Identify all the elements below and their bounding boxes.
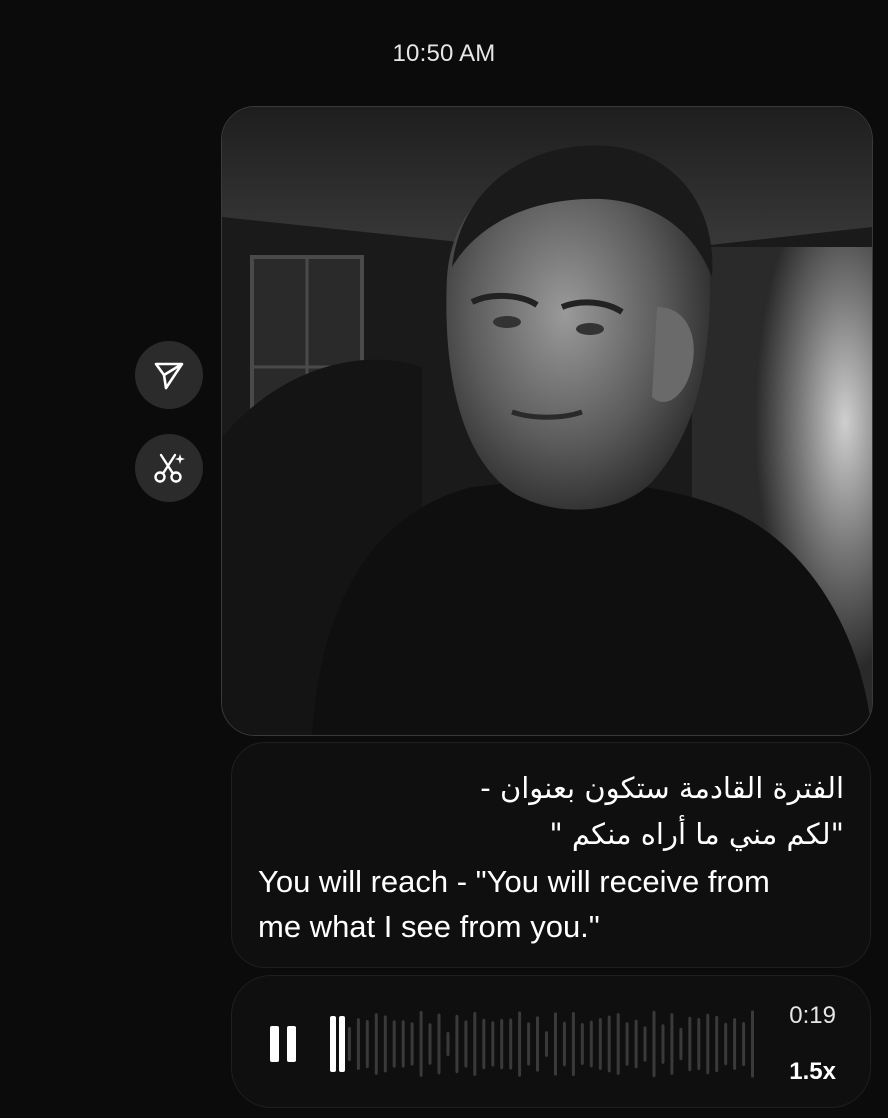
waveform-bar bbox=[491, 1021, 495, 1067]
waveform-bar bbox=[455, 1014, 459, 1074]
audio-duration: 0:19 bbox=[789, 1002, 836, 1029]
waveform-bar bbox=[437, 1013, 441, 1075]
waveform-bar bbox=[742, 1022, 746, 1067]
waveform-bar bbox=[724, 1022, 728, 1066]
waveform-bar bbox=[374, 1013, 378, 1075]
waveform-bar bbox=[634, 1019, 638, 1069]
message-timestamp: 10:50 AM bbox=[392, 40, 496, 67]
waveform-bar bbox=[643, 1026, 647, 1062]
waveform-bar bbox=[536, 1016, 539, 1072]
waveform-bar bbox=[482, 1018, 486, 1070]
waveform-bar bbox=[598, 1018, 602, 1070]
pause-icon[interactable] bbox=[270, 1026, 296, 1062]
caption-arabic: الفترة القادمة ستكون بعنوان - "لكم مني م… bbox=[258, 765, 844, 857]
waveform-bar bbox=[589, 1020, 593, 1068]
waveform-bar bbox=[383, 1015, 387, 1073]
waveform-bar bbox=[392, 1020, 396, 1068]
waveform-bar bbox=[428, 1023, 432, 1065]
waveform-bar bbox=[446, 1031, 450, 1057]
caption-bubble: الفترة القادمة ستكون بعنوان - "لكم مني م… bbox=[231, 742, 871, 968]
waveform-bar bbox=[518, 1011, 522, 1077]
caption-arabic-line-2: "لكم مني ما أراه منكم " bbox=[549, 817, 844, 851]
chat-screen: 10:50 AM الفترة القادمة ستكون بعنوان - "… bbox=[0, 0, 888, 1118]
caption-arabic-line-1: الفترة القادمة ستكون بعنوان - bbox=[480, 771, 844, 805]
photo-image bbox=[222, 107, 872, 735]
waveform-bar bbox=[625, 1022, 629, 1066]
waveform-bar bbox=[356, 1018, 360, 1070]
waveform-bar bbox=[706, 1013, 710, 1075]
audio-waveform[interactable] bbox=[330, 1004, 760, 1084]
waveform-bar bbox=[616, 1013, 620, 1075]
waveform-bar bbox=[464, 1020, 468, 1068]
waveform-bar bbox=[410, 1022, 414, 1066]
share-button[interactable] bbox=[135, 341, 203, 409]
waveform-bar bbox=[419, 1010, 423, 1077]
waveform-bar bbox=[733, 1018, 737, 1070]
remix-button[interactable] bbox=[135, 434, 203, 502]
waveform-bar bbox=[607, 1015, 611, 1073]
waveform-bar bbox=[527, 1022, 531, 1066]
waveform-bar bbox=[545, 1031, 548, 1057]
waveform-bar bbox=[571, 1012, 575, 1077]
waveform-bar bbox=[661, 1024, 665, 1064]
send-icon bbox=[154, 362, 184, 390]
playback-speed-button[interactable]: 1.5x bbox=[789, 1058, 836, 1086]
waveform-bar bbox=[554, 1012, 557, 1076]
waveform-bar bbox=[509, 1018, 513, 1070]
caption-english-line-2: me what I see from you." bbox=[258, 909, 600, 944]
waveform-bar bbox=[500, 1018, 504, 1070]
waveform-bar bbox=[347, 1026, 351, 1062]
caption-english: You will reach - "You will receive from … bbox=[258, 859, 844, 949]
voice-message: 0:19 1.5x bbox=[231, 975, 871, 1108]
waveform-bar bbox=[751, 1010, 754, 1078]
waveform-bar bbox=[679, 1027, 683, 1061]
scissors-sparkle-icon bbox=[154, 453, 185, 483]
waveform-bar bbox=[670, 1013, 674, 1075]
waveform-bar bbox=[473, 1011, 477, 1076]
caption-english-line-1: You will reach - "You will receive from bbox=[258, 864, 770, 899]
waveform-bar bbox=[339, 1016, 345, 1072]
waveform-bar bbox=[715, 1015, 719, 1073]
waveform-bar bbox=[580, 1023, 584, 1065]
waveform-bar bbox=[330, 1016, 336, 1072]
waveform-bar bbox=[401, 1020, 405, 1068]
photo-message[interactable] bbox=[221, 106, 873, 736]
waveform-bar bbox=[652, 1010, 656, 1078]
waveform-bar bbox=[688, 1016, 692, 1072]
waveform-bar bbox=[365, 1020, 369, 1069]
waveform-bar bbox=[697, 1018, 701, 1071]
waveform-bar bbox=[562, 1021, 566, 1067]
